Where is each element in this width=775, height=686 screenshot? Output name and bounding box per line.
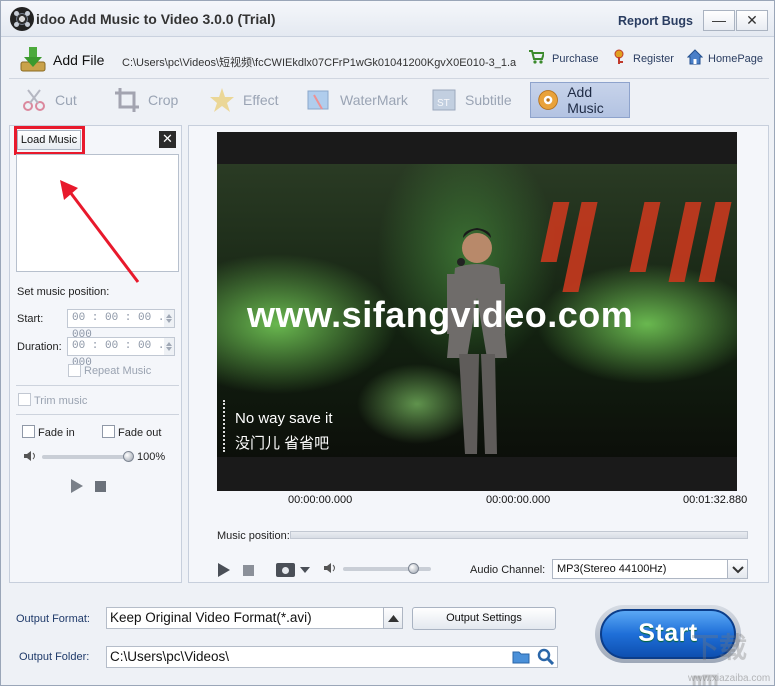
report-bugs-link[interactable]: Report Bugs xyxy=(618,14,693,28)
chevron-up-icon xyxy=(388,615,399,622)
player-volume-slider[interactable] xyxy=(343,563,431,574)
corner-watermark-url: www.xiazaiba.com xyxy=(688,673,771,684)
music-disc-icon xyxy=(538,90,558,110)
start-time-input[interactable]: 00 : 00 : 00 . 000 xyxy=(67,309,175,341)
player-volume-slider-handle[interactable] xyxy=(407,563,419,574)
stage-light xyxy=(540,202,570,262)
stage-light xyxy=(668,202,702,282)
film-reel-logo-icon xyxy=(10,7,34,31)
subtitle-icon: ST xyxy=(432,89,456,111)
timecode-current: 00:00:00.000 xyxy=(486,494,551,506)
close-window-button[interactable]: ✕ xyxy=(736,10,768,31)
set-music-position-label: Set music position: xyxy=(17,286,110,298)
audio-channel-select[interactable]: MP3(Stereo 44100Hz) xyxy=(552,559,728,579)
start-time-spinner[interactable] xyxy=(164,309,175,328)
output-settings-button[interactable]: Output Settings xyxy=(412,607,556,630)
fade-in-label: Fade in xyxy=(38,427,75,439)
fade-out-label: Fade out xyxy=(118,427,162,439)
trim-music-checkbox[interactable] xyxy=(18,393,31,406)
audio-channel-label: Audio Channel: xyxy=(470,564,546,576)
divider xyxy=(16,385,179,386)
stage-light xyxy=(562,202,598,292)
duration-label: Duration: xyxy=(17,341,62,353)
music-volume-slider[interactable] xyxy=(42,451,134,462)
output-format-label: Output Format: xyxy=(16,613,90,625)
music-volume-value: 100% xyxy=(137,451,166,463)
tab-add-music[interactable]: Add Music xyxy=(530,82,630,118)
tab-crop-label: Crop xyxy=(148,92,179,108)
crop-icon xyxy=(115,88,139,112)
subtitle-english: No way save it xyxy=(235,410,333,427)
tab-effect-label: Effect xyxy=(243,92,279,108)
audio-channel-dropdown[interactable] xyxy=(727,559,748,579)
start-label: Start: xyxy=(17,313,44,325)
add-file-download-icon[interactable] xyxy=(19,45,47,73)
duration-time-input[interactable]: 00 : 00 : 00 . 000 xyxy=(67,337,175,369)
trim-music-label: Trim music xyxy=(34,395,88,407)
timecode-end: 00:01:32.880 xyxy=(683,494,748,506)
folder-icon[interactable] xyxy=(512,650,530,664)
tab-subtitle-label: Subtitle xyxy=(465,92,512,108)
music-volume-slider-handle[interactable] xyxy=(122,451,134,462)
duration-time-spinner[interactable] xyxy=(164,337,175,356)
snapshot-dropdown-icon[interactable] xyxy=(300,567,310,573)
tab-add-music-label: Add Music xyxy=(567,84,604,116)
load-music-highlight-box xyxy=(14,126,85,155)
key-icon xyxy=(614,49,624,64)
tab-cut-label: Cut xyxy=(55,92,77,108)
effect-star-icon xyxy=(210,88,234,112)
remove-music-close-button[interactable]: ✕ xyxy=(159,131,176,148)
music-stop-button[interactable] xyxy=(95,481,106,492)
speaker-icon xyxy=(24,451,35,461)
subtitle-marker xyxy=(223,400,227,452)
fade-out-checkbox[interactable] xyxy=(102,425,115,438)
repeat-music-checkbox[interactable] xyxy=(68,364,81,377)
tab-crop[interactable]: Crop xyxy=(108,82,184,118)
purchase-link[interactable]: Purchase xyxy=(552,53,598,65)
music-position-label: Music position: xyxy=(217,530,290,542)
minimize-button[interactable]: — xyxy=(703,10,735,31)
window-title: idoo Add Music to Video 3.0.0 (Trial) xyxy=(36,11,276,27)
output-folder-input[interactable]: C:\Users\pc\Videos\ xyxy=(106,646,558,668)
divider xyxy=(16,414,179,415)
tab-effect[interactable]: Effect xyxy=(203,82,285,118)
output-format-select[interactable]: Keep Original Video Format(*.avi) xyxy=(106,607,384,629)
music-play-button[interactable] xyxy=(71,479,83,493)
scissors-icon xyxy=(23,89,45,111)
cart-icon xyxy=(529,50,544,64)
music-position-bar[interactable] xyxy=(290,531,748,539)
svg-text:ST: ST xyxy=(437,98,450,109)
search-icon[interactable] xyxy=(537,648,554,665)
tab-subtitle[interactable]: ST Subtitle xyxy=(425,82,518,118)
subtitle-chinese: 没门儿 省省吧 xyxy=(235,435,330,452)
stop-button[interactable] xyxy=(243,565,254,576)
play-button[interactable] xyxy=(218,563,230,577)
file-path: C:\Users\pc\Videos\短视频\fcCWIEkdlx07CFrP1… xyxy=(122,57,517,69)
app-window: idoo Add Music to Video 3.0.0 (Trial) Re… xyxy=(0,0,775,686)
repeat-music-label: Repeat Music xyxy=(84,365,152,377)
annotation-arrow-icon xyxy=(60,180,140,283)
tab-watermark-label: WaterMark xyxy=(340,92,408,108)
volume-speaker-icon xyxy=(324,563,335,573)
register-link[interactable]: Register xyxy=(633,53,674,65)
fade-in-checkbox[interactable] xyxy=(22,425,35,438)
homepage-link[interactable]: HomePage xyxy=(708,53,763,65)
chevron-down-icon xyxy=(732,566,744,574)
tab-cut[interactable]: Cut xyxy=(15,82,83,118)
watermark-icon xyxy=(307,90,329,110)
video-preview[interactable]: www.sifangvideo.com No way save it 没门儿 省… xyxy=(217,132,737,491)
home-icon xyxy=(687,49,703,65)
snapshot-camera-icon[interactable] xyxy=(276,563,295,577)
singer-figure xyxy=(447,228,507,454)
add-file-button[interactable]: Add File xyxy=(53,52,104,68)
timecode-start: 00:00:00.000 xyxy=(288,494,353,506)
output-format-dropdown[interactable] xyxy=(383,607,403,629)
stage-light xyxy=(629,202,661,272)
tab-watermark[interactable]: WaterMark xyxy=(300,82,414,118)
watermark-text: www.sifangvideo.com xyxy=(247,294,634,335)
stage-light xyxy=(698,202,732,282)
output-folder-label: Output Folder: xyxy=(19,651,90,663)
